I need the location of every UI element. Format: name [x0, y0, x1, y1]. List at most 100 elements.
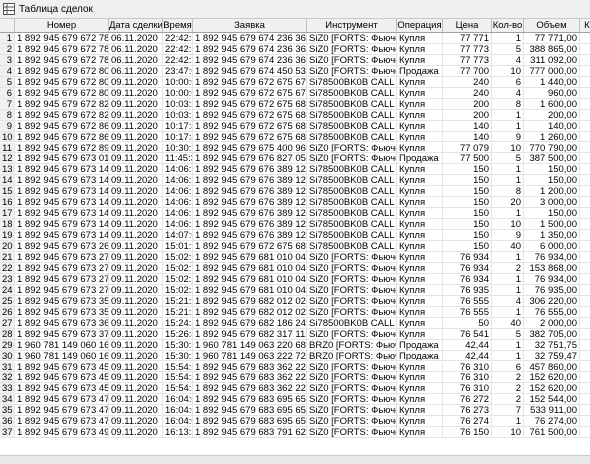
- cell-price: 77 773: [443, 43, 492, 55]
- table-row[interactable]: 201 892 945 679 673 267 15509.11.202015:…: [0, 241, 590, 252]
- cell-quantity: 6: [492, 76, 524, 88]
- column-header-trade-time[interactable]: Время: [163, 19, 193, 32]
- cell-extra: [580, 362, 590, 373]
- cell-trade-date: 09.11.2020: [109, 208, 163, 220]
- cell-quantity: 1: [492, 339, 524, 351]
- cell-trade-time: 15:02:59: [163, 252, 193, 263]
- table-row[interactable]: 271 892 945 679 673 366 85709.11.202015:…: [0, 317, 590, 329]
- cell-instrument: SiZ0 [FORTS: Фьючерсы]: [307, 142, 397, 154]
- table-row[interactable]: 121 892 945 679 673 010 02409.11.202011:…: [0, 153, 590, 165]
- cell-order-number: 1 892 945 679 676 389 122: [193, 230, 307, 242]
- table-row[interactable]: 211 892 945 679 673 278 39809.11.202015:…: [0, 252, 590, 263]
- cell-row-number: 17: [0, 208, 15, 220]
- cell-operation: Купля: [397, 317, 443, 329]
- cell-quantity: 1: [492, 164, 524, 176]
- cell-volume: 306 220,00: [524, 295, 580, 307]
- cell-price: 76 541: [443, 328, 492, 340]
- table-row[interactable]: 61 892 945 679 672 803 81109.11.202010:0…: [0, 87, 590, 99]
- cell-order-number: 1 892 945 679 682 317 112: [193, 328, 307, 340]
- cell-instrument: Si78500BK0B CALL [FORTS: Опц: [307, 109, 397, 121]
- table-row[interactable]: 131 892 945 679 673 144 04409.11.202014:…: [0, 164, 590, 176]
- table-row[interactable]: 281 892 945 679 673 378 51409.11.202015:…: [0, 328, 590, 340]
- table-row[interactable]: 81 892 945 679 672 820 74209.11.202010:0…: [0, 109, 590, 121]
- table-row[interactable]: 311 892 945 679 673 452 04709.11.202015:…: [0, 361, 590, 373]
- table-row[interactable]: 191 892 945 679 673 145 01709.11.202014:…: [0, 230, 590, 242]
- cell-operation: Купля: [397, 252, 443, 263]
- cell-quantity: 10: [492, 219, 524, 231]
- table-row[interactable]: 161 892 945 679 673 144 42009.11.202014:…: [0, 197, 590, 209]
- cell-quantity: 1: [492, 252, 524, 263]
- cell-trade-number: 1 892 945 679 673 477 692: [15, 416, 109, 428]
- table-row[interactable]: 41 892 945 679 672 802 45506.11.202023:4…: [0, 65, 590, 77]
- cell-trade-time: 14:06:59: [163, 219, 193, 231]
- table-row[interactable]: 91 892 945 679 672 867 36709.11.202010:1…: [0, 120, 590, 132]
- column-header-volume[interactable]: Объем: [524, 19, 580, 32]
- cell-operation: Купля: [397, 394, 443, 406]
- cell-instrument: Si78500BK0B CALL [FORTS: Опц: [307, 131, 397, 143]
- cell-row-number: 5: [0, 76, 15, 88]
- table-row[interactable]: 71 892 945 679 672 820 42209.11.202010:0…: [0, 98, 590, 110]
- column-header-trade-number[interactable]: Номер: [15, 19, 109, 32]
- table-row[interactable]: 341 892 945 679 673 477 69009.11.202016:…: [0, 394, 590, 406]
- cell-order-number: 1 892 945 679 674 450 536: [193, 65, 307, 77]
- table-row[interactable]: 151 892 945 679 673 144 24909.11.202014:…: [0, 186, 590, 198]
- cell-volume: 32 751,75: [524, 339, 580, 351]
- table-row[interactable]: 11 892 945 679 672 783 83906.11.202022:4…: [0, 33, 590, 44]
- column-header-operation[interactable]: Операция: [397, 19, 443, 32]
- cell-price: 77 079: [443, 142, 492, 154]
- cell-quantity: 2: [492, 262, 524, 274]
- cell-order-number: 1 892 945 679 681 010 040: [193, 273, 307, 285]
- cell-row-number: 24: [0, 284, 15, 296]
- table-row[interactable]: 301 960 781 149 060 168 15609.11.202015:…: [0, 350, 590, 362]
- cell-row-number: 13: [0, 164, 15, 176]
- table-row[interactable]: 171 892 945 679 673 144 58809.11.202014:…: [0, 208, 590, 220]
- column-header-quantity[interactable]: Кол-во: [492, 19, 524, 32]
- table-row[interactable]: 31 892 945 679 672 783 84106.11.202022:4…: [0, 54, 590, 66]
- column-header-order-number[interactable]: Заявка: [193, 19, 307, 32]
- horizontal-scrollbar[interactable]: [0, 455, 590, 464]
- table-row[interactable]: 101 892 945 679 672 862 39809.11.202010:…: [0, 131, 590, 143]
- cell-instrument: BRZ0 [FORTS: Фьючерсы]: [307, 350, 397, 362]
- cell-price: 76 310: [443, 361, 492, 373]
- table-row[interactable]: 111 892 945 679 672 897 22609.11.202010:…: [0, 142, 590, 154]
- cell-order-number: 1 892 945 679 676 389 122: [193, 197, 307, 209]
- cell-volume: 533 911,00: [524, 405, 580, 417]
- cell-extra: [580, 44, 590, 55]
- cell-extra: [580, 372, 590, 384]
- table-row[interactable]: 351 892 945 679 673 477 69109.11.202016:…: [0, 405, 590, 417]
- table-row[interactable]: 241 892 945 679 673 278 40109.11.202015:…: [0, 284, 590, 296]
- cell-quantity: 2: [492, 383, 524, 395]
- column-header-instrument[interactable]: Инструмент: [307, 19, 397, 32]
- table-row[interactable]: 141 892 945 679 673 144 04509.11.202014:…: [0, 175, 590, 187]
- column-header-row-number[interactable]: [0, 19, 15, 32]
- cell-row-number: 9: [0, 120, 15, 132]
- cell-trade-date: 09.11.2020: [109, 262, 163, 274]
- table-row[interactable]: 221 892 945 679 673 278 39909.11.202015:…: [0, 262, 590, 274]
- cell-price: 77 773: [443, 54, 492, 66]
- cell-volume: 150,00: [524, 175, 580, 187]
- table-row[interactable]: 331 892 945 679 673 455 05509.11.202015:…: [0, 383, 590, 395]
- table-row[interactable]: 291 960 781 149 060 168 08109.11.202015:…: [0, 339, 590, 351]
- table-row[interactable]: 261 892 945 679 673 352 41509.11.202015:…: [0, 306, 590, 318]
- table-row[interactable]: 231 892 945 679 673 278 40009.11.202015:…: [0, 273, 590, 285]
- cell-trade-time: 16:13:32: [163, 427, 193, 439]
- cell-extra: [580, 208, 590, 220]
- table-row[interactable]: 51 892 945 679 672 803 81109.11.202010:0…: [0, 76, 590, 88]
- trades-table[interactable]: Номер Дата сделки Время Заявка Инструмент Опе…: [0, 19, 590, 464]
- column-header-extra[interactable]: Ко: [580, 19, 590, 32]
- cell-volume: 770 790,00: [524, 142, 580, 154]
- table-row[interactable]: 21 892 945 679 672 783 84006.11.202022:4…: [0, 43, 590, 55]
- column-header-trade-date[interactable]: Дата сделки: [109, 19, 163, 32]
- table-row[interactable]: 321 892 945 679 673 452 04809.11.202015:…: [0, 372, 590, 384]
- column-header-price[interactable]: Цена: [443, 19, 492, 32]
- table-row[interactable]: 371 892 945 679 673 498 42609.11.202016:…: [0, 427, 590, 439]
- cell-trade-time: 15:24:29: [163, 317, 193, 329]
- cell-quantity: 1: [492, 175, 524, 187]
- cell-trade-time: 10:17:49: [163, 131, 193, 143]
- cell-row-number: 29: [0, 339, 15, 351]
- cell-trade-number: 1 892 945 679 673 144 588: [15, 208, 109, 220]
- table-row[interactable]: 251 892 945 679 673 352 41409.11.202015:…: [0, 295, 590, 307]
- table-row[interactable]: 181 892 945 679 673 144 59109.11.202014:…: [0, 219, 590, 231]
- cell-order-number: 1 892 945 679 675 400 962: [193, 142, 307, 154]
- table-row[interactable]: 361 892 945 679 673 477 69209.11.202016:…: [0, 416, 590, 428]
